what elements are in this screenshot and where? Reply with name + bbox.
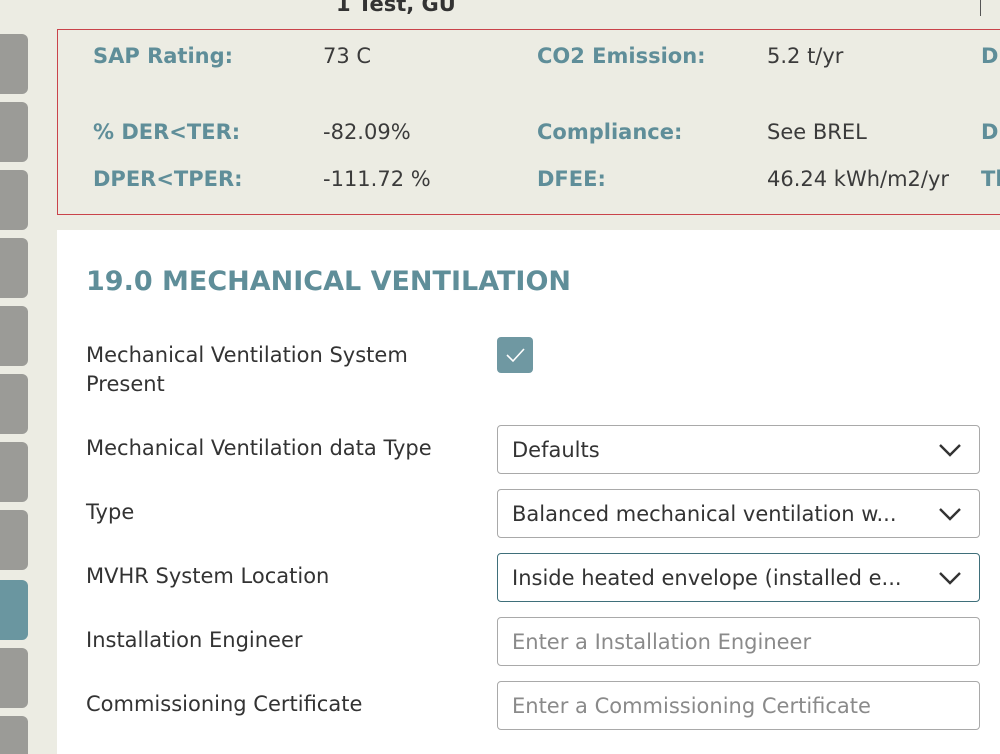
engineer-label: Installation Engineer bbox=[86, 628, 303, 652]
summary-label-cut: D bbox=[981, 44, 999, 68]
type-select[interactable]: Balanced mechanical ventilation w... bbox=[497, 489, 980, 538]
section-title: 19.0 MECHANICAL VENTILATION bbox=[86, 266, 572, 297]
sap-rating-label: SAP Rating: bbox=[93, 44, 234, 68]
sidebar-tab[interactable] bbox=[0, 716, 28, 754]
check-icon bbox=[506, 348, 525, 363]
mv-present-label: Mechanical Ventilation System Present bbox=[86, 343, 408, 396]
data-type-select[interactable]: Defaults bbox=[497, 425, 980, 474]
certificate-input[interactable]: Enter a Commissioning Certificate bbox=[497, 681, 980, 730]
certificate-placeholder: Enter a Commissioning Certificate bbox=[512, 693, 871, 718]
sidebar-tab[interactable] bbox=[0, 34, 28, 94]
compliance-value: See BREL bbox=[767, 120, 867, 144]
co2-emission-value: 5.2 t/yr bbox=[767, 44, 844, 68]
data-type-label: Mechanical Ventilation data Type bbox=[86, 436, 432, 460]
sidebar-tab[interactable] bbox=[0, 102, 28, 162]
sap-rating-value: 73 C bbox=[323, 44, 372, 68]
sidebar-tab[interactable] bbox=[0, 374, 28, 434]
sidebar-tab-active[interactable] bbox=[0, 580, 28, 640]
header-divider bbox=[980, 0, 981, 16]
compliance-label: Compliance: bbox=[537, 120, 683, 144]
location-value: Inside heated envelope (installed e... bbox=[512, 565, 902, 590]
summary-label-cut: D bbox=[981, 120, 999, 144]
sidebar-tab[interactable] bbox=[0, 510, 28, 570]
sidebar-tabs bbox=[0, 0, 30, 754]
sidebar-tab[interactable] bbox=[0, 442, 28, 502]
type-value: Balanced mechanical ventilation w... bbox=[512, 501, 897, 526]
sidebar-tab[interactable] bbox=[0, 238, 28, 298]
certificate-label: Commissioning Certificate bbox=[86, 692, 363, 716]
sidebar-tab[interactable] bbox=[0, 170, 28, 230]
sidebar-tab[interactable] bbox=[0, 648, 28, 708]
data-type-value: Defaults bbox=[512, 437, 600, 462]
co2-emission-label: CO2 Emission: bbox=[537, 44, 706, 68]
summary-label-cut: Tl bbox=[981, 167, 1000, 191]
dfee-label: DFEE: bbox=[537, 167, 606, 191]
dper-tper-value: -111.72 % bbox=[323, 167, 431, 191]
engineer-placeholder: Enter a Installation Engineer bbox=[512, 629, 812, 654]
location-label: MVHR System Location bbox=[86, 564, 330, 588]
sidebar-tab[interactable] bbox=[0, 306, 28, 366]
chevron-down-icon bbox=[939, 571, 961, 585]
dfee-value: 46.24 kWh/m2/yr bbox=[767, 167, 950, 191]
location-select[interactable]: Inside heated envelope (installed e... bbox=[497, 553, 980, 602]
der-ter-label: % DER<TER: bbox=[93, 120, 241, 144]
mv-present-checkbox[interactable] bbox=[497, 337, 533, 373]
der-ter-value: -82.09% bbox=[323, 120, 411, 144]
chevron-down-icon bbox=[939, 443, 961, 457]
dper-tper-label: DPER<TPER: bbox=[93, 167, 243, 191]
type-label: Type bbox=[86, 500, 135, 524]
property-title: 1 Test, GU bbox=[336, 0, 456, 16]
chevron-down-icon bbox=[939, 507, 961, 521]
engineer-input[interactable]: Enter a Installation Engineer bbox=[497, 617, 980, 666]
